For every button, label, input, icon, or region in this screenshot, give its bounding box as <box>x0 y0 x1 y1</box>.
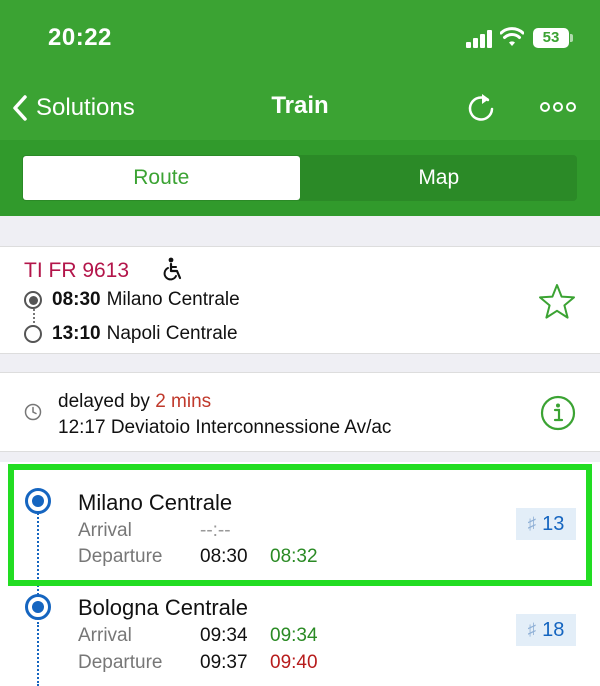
navigation-bar: Solutions Train <box>0 78 600 140</box>
delay-status: delayed by 2 mins <box>58 391 211 413</box>
departure-time: 08:30 <box>52 289 101 310</box>
departure-actual: 09:40 <box>270 652 318 673</box>
clock-icon <box>24 403 42 421</box>
tab-route[interactable]: Route <box>23 156 300 200</box>
tab-map[interactable]: Map <box>301 155 578 201</box>
platform-badge: ♯ 18 <box>516 614 576 646</box>
arrival-label: Arrival <box>78 625 132 646</box>
platform-icon: ♯ <box>527 620 537 639</box>
section-gap <box>0 452 600 462</box>
view-segmented-control: Route Map <box>22 155 577 201</box>
more-options-icon[interactable] <box>540 100 576 114</box>
stop-name: Milano Centrale <box>78 490 233 515</box>
wifi-icon <box>500 27 524 46</box>
departure-scheduled: 09:37 <box>200 652 248 673</box>
departure-scheduled: 08:30 <box>200 546 248 567</box>
battery-tip <box>570 34 573 42</box>
status-time: 20:22 <box>48 24 112 51</box>
delay-card: delayed by 2 mins 12:17 Deviatoio Interc… <box>0 372 600 452</box>
arrival-scheduled: 09:34 <box>200 625 248 646</box>
platform-number: 18 <box>542 618 565 641</box>
stop-marker-icon <box>25 594 51 620</box>
section-gap <box>0 216 600 246</box>
delay-location: 12:17 Deviatoio Interconnessione Av/ac <box>58 417 392 438</box>
star-icon[interactable] <box>538 283 576 321</box>
departure-row: 08:30 Milano Centrale <box>24 289 240 311</box>
battery-icon: 53 <box>533 28 569 48</box>
delay-amount: 2 mins <box>155 391 212 412</box>
platform-icon: ♯ <box>527 514 537 533</box>
segment-bar: Route Map <box>0 140 600 216</box>
departure-label: Departure <box>78 652 163 673</box>
departure-label: Departure <box>78 546 163 567</box>
departure-actual: 08:32 <box>270 546 318 567</box>
signal-icon <box>466 30 492 48</box>
info-icon[interactable] <box>540 395 576 431</box>
platform-number: 13 <box>542 512 565 535</box>
stops-list: Milano Centrale Arrival --:-- Departure … <box>0 462 600 686</box>
arrival-station: Napoli Centrale <box>106 323 238 344</box>
stop-name: Bologna Centrale <box>78 595 249 620</box>
status-bar: 20:22 53 <box>0 0 600 78</box>
refresh-icon[interactable] <box>466 90 496 124</box>
delay-prefix: delayed by <box>58 391 150 412</box>
destination-dot-icon <box>24 325 42 343</box>
platform-badge: ♯ 13 <box>516 508 576 540</box>
route-connector <box>33 309 35 323</box>
wheelchair-icon <box>163 257 182 281</box>
arrival-time: 13:10 <box>52 323 101 344</box>
arrival-scheduled: --:-- <box>200 520 231 541</box>
origin-dot-icon <box>24 291 42 309</box>
arrival-row: 13:10 Napoli Centrale <box>24 323 238 345</box>
app-header: 20:22 53 Solutions Train Route Map <box>0 0 600 216</box>
stop-row[interactable]: Bologna Centrale Arrival 09:34 09:34 Dep… <box>0 586 600 686</box>
section-gap <box>0 354 600 372</box>
arrival-label: Arrival <box>78 520 132 541</box>
stop-row[interactable]: Milano Centrale Arrival --:-- Departure … <box>0 462 600 586</box>
arrival-actual: 09:34 <box>270 625 318 646</box>
stop-marker-icon <box>25 488 51 514</box>
departure-station: Milano Centrale <box>106 289 240 310</box>
train-summary-card: TI FR 9613 08:30 Milano Centrale 13:10 N… <box>0 246 600 354</box>
train-code: TI FR 9613 <box>24 259 130 282</box>
page-title: Train <box>271 92 329 119</box>
